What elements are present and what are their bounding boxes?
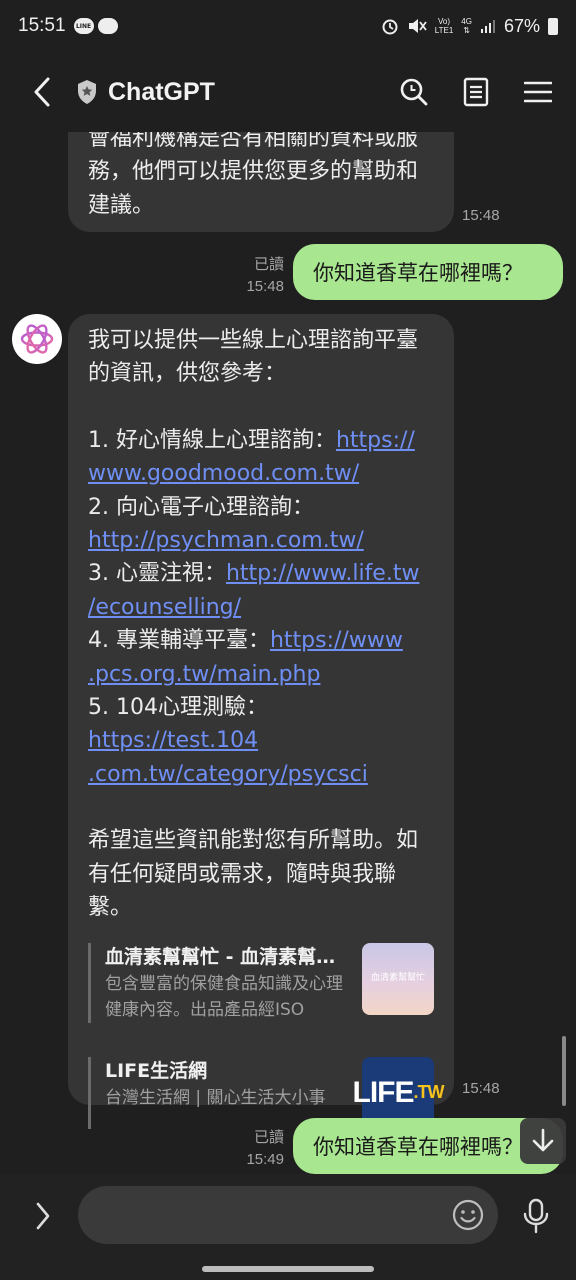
link-preview-card[interactable]: 血清素幫幫忙 - 血清素幫幫忙 包含豐富的保健食品知識及心理健康內容。出品產品經… bbox=[88, 942, 434, 1023]
header-actions bbox=[398, 76, 554, 108]
message-input[interactable] bbox=[78, 1186, 498, 1244]
chat-messages[interactable]: 會福利機構是否有相關的資料或服 務，他們可以提供您更多的幫助和 建議。 15:4… bbox=[0, 132, 576, 1174]
link[interactable]: www.goodmood.com.tw/ bbox=[88, 461, 359, 486]
volte-indicator: Vo) LTE1 bbox=[435, 17, 454, 35]
battery-percent: 67% bbox=[503, 15, 540, 36]
status-bar: 15:51 LINE Vo) LTE1 4G ⇅ 67% bbox=[0, 0, 576, 52]
voice-button[interactable] bbox=[520, 1196, 552, 1236]
list-item-label: 1. 好心情線上心理諮詢： bbox=[88, 427, 336, 453]
preview-description: 包含豐富的保健食品知識及心理健康內容。出品產品經ISO bbox=[105, 973, 343, 1020]
chevron-left-icon bbox=[34, 77, 50, 107]
logo-text: LIFE bbox=[352, 1075, 415, 1109]
message-line: 建議。 bbox=[88, 192, 155, 218]
preview-description: 台灣生活網 | 關心生活大小事 bbox=[105, 1087, 326, 1108]
home-indicator[interactable] bbox=[202, 1266, 374, 1272]
openai-logo-icon bbox=[20, 324, 54, 354]
outro-line: 希望這些資訊能對您有所幫助。如 bbox=[88, 828, 419, 854]
scroll-to-bottom-button[interactable] bbox=[520, 1118, 566, 1164]
list-item-label: 5. 104心理測驗： bbox=[88, 695, 268, 721]
list-item-label: 2. 向心電子心理諮詢： bbox=[88, 494, 314, 520]
bot-message: 我可以提供一些線上心理諮詢平臺 的資訊，供您參考： 1. 好心情線上心理諮詢：h… bbox=[68, 314, 454, 1129]
read-label: 已讀 bbox=[253, 1129, 284, 1146]
chatgpt-avatar[interactable] bbox=[12, 314, 62, 364]
message-time: 15:49 bbox=[246, 1151, 284, 1168]
notes-button[interactable] bbox=[460, 76, 492, 108]
message-line: 會福利機構是否有相關的資料或服 bbox=[88, 132, 419, 151]
intro-line: 的資訊，供您參考： bbox=[88, 361, 287, 387]
link[interactable]: http://psychman.com.tw/ bbox=[88, 528, 364, 553]
list-item: 3. 心靈注視：http://www.life.tw bbox=[88, 557, 434, 590]
logo-suffix: .TW bbox=[413, 1081, 445, 1102]
message-line: 務，他們可以提供您更多的幫助和 bbox=[88, 159, 419, 185]
search-button[interactable] bbox=[398, 76, 430, 108]
read-receipt: 已讀 15:48 bbox=[240, 254, 284, 298]
message-time: 15:48 bbox=[462, 207, 500, 224]
signal-icon bbox=[480, 20, 495, 33]
status-right: Vo) LTE1 4G ⇅ 67% bbox=[381, 16, 558, 37]
network-type: 4G ⇅ bbox=[461, 17, 472, 35]
preview-title: LIFE生活網 bbox=[105, 1059, 208, 1082]
list-item: 5. 104心理測驗： https://test.104 bbox=[88, 691, 434, 758]
read-label: 已讀 bbox=[253, 256, 284, 273]
link[interactable]: http://www.life.tw bbox=[226, 561, 419, 586]
chat-header: ChatGPT bbox=[0, 52, 576, 132]
scrollbar[interactable] bbox=[562, 1036, 566, 1106]
microphone-icon bbox=[523, 1198, 549, 1234]
search-icon bbox=[400, 78, 428, 106]
official-account-shield-icon bbox=[78, 80, 96, 104]
message-notification-icon bbox=[97, 18, 118, 34]
line-notification-icon: LINE bbox=[73, 18, 94, 34]
preview-thumbnail: 血清素幫幫忙 bbox=[362, 942, 434, 1015]
emoji-icon bbox=[452, 1199, 484, 1231]
message-time: 15:48 bbox=[462, 1080, 500, 1097]
list-item-label: 3. 心靈注視： bbox=[88, 561, 226, 587]
list-item: 2. 向心電子心理諮詢： bbox=[88, 491, 434, 524]
intro-line: 我可以提供一些線上心理諮詢平臺 bbox=[88, 328, 419, 353]
battery-icon bbox=[548, 17, 558, 35]
link[interactable]: .com.tw/category/psycsci bbox=[88, 762, 368, 787]
expand-menu-button[interactable] bbox=[26, 1196, 60, 1236]
read-receipt: 已讀 15:49 bbox=[240, 1127, 284, 1171]
notification-icons: LINE bbox=[73, 18, 118, 34]
link[interactable]: https://www bbox=[270, 628, 403, 653]
outro-line: 繫。 bbox=[88, 895, 133, 921]
link[interactable]: https:// bbox=[336, 428, 415, 453]
link[interactable]: .pcs.org.tw/main.php bbox=[88, 662, 320, 687]
list-item: 1. 好心情線上心理諮詢：https:// bbox=[88, 424, 434, 457]
note-icon bbox=[463, 77, 489, 107]
network-type-label: 4G bbox=[461, 17, 472, 26]
input-bar bbox=[0, 1174, 576, 1280]
data-arrows-icon: ⇅ bbox=[463, 26, 470, 35]
mute-icon bbox=[408, 19, 427, 33]
link[interactable]: https://test.104 bbox=[88, 728, 258, 753]
arrow-down-icon bbox=[532, 1128, 554, 1152]
outro-line: 有任何疑問或需求，隨時與我聯 bbox=[88, 861, 397, 887]
list-item: 4. 專業輔導平臺：https://www bbox=[88, 624, 434, 657]
chevron-right-icon bbox=[36, 1202, 50, 1230]
message-time: 15:48 bbox=[246, 278, 284, 295]
menu-button[interactable] bbox=[522, 76, 554, 108]
volte-top: Vo) bbox=[438, 17, 451, 26]
back-button[interactable] bbox=[22, 72, 62, 112]
user-message: 你知道香草在哪裡嗎？ bbox=[293, 244, 563, 300]
chat-title: ChatGPT bbox=[108, 77, 215, 106]
volte-bottom: LTE1 bbox=[434, 26, 454, 35]
emoji-button[interactable] bbox=[452, 1199, 484, 1231]
link[interactable]: /ecounselling/ bbox=[88, 595, 241, 620]
status-time: 15:51 bbox=[18, 15, 66, 36]
list-item-label: 4. 專業輔導平臺： bbox=[88, 628, 270, 654]
hamburger-menu-icon bbox=[524, 81, 552, 103]
preview-title: 血清素幫幫忙 - 血清素幫幫忙 bbox=[105, 945, 350, 968]
alarm-icon bbox=[382, 19, 398, 35]
bot-message-partial: 會福利機構是否有相關的資料或服 務，他們可以提供您更多的幫助和 建議。 bbox=[68, 132, 454, 232]
